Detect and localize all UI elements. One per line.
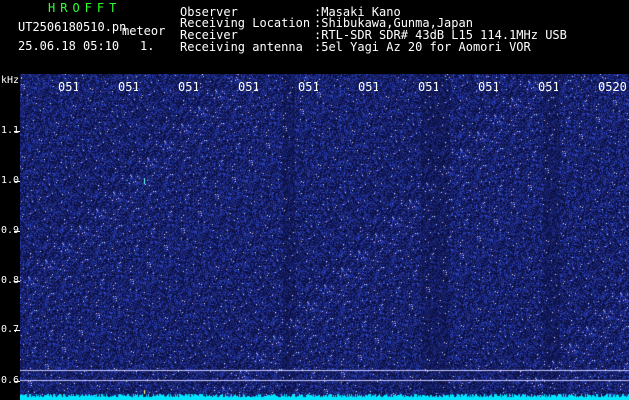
date-time: 25.06.18 05:10 xyxy=(18,39,120,53)
spectrogram xyxy=(20,74,629,400)
time-label: 051 xyxy=(538,81,558,93)
time-label: 051 xyxy=(58,81,78,93)
time-label: 051 xyxy=(358,81,378,93)
y-tick xyxy=(14,381,20,382)
antenna-label: Receiving antenna xyxy=(180,40,303,54)
time-label: 051 xyxy=(298,81,318,93)
app-title: HROFFT xyxy=(48,1,122,15)
time-label: 051 xyxy=(418,81,438,93)
time-label: 0520 xyxy=(598,81,627,93)
time-label: 051 xyxy=(118,81,138,93)
time-label: 051 xyxy=(478,81,498,93)
file-name: UT2506180510.pn xyxy=(18,20,127,34)
time-label: 051 xyxy=(178,81,198,93)
unit-label: kHz xyxy=(1,75,20,86)
time-label: 051 xyxy=(238,81,258,93)
y-tick xyxy=(14,281,20,282)
meteor-count: 1. xyxy=(140,39,155,53)
meteor-label: meteor xyxy=(122,24,166,38)
y-tick xyxy=(14,181,20,182)
y-tick xyxy=(14,231,20,232)
y-tick xyxy=(14,131,20,132)
antenna-value: :5el Yagi Az 20 for Aomori VOR xyxy=(314,40,531,54)
y-tick xyxy=(14,330,20,331)
